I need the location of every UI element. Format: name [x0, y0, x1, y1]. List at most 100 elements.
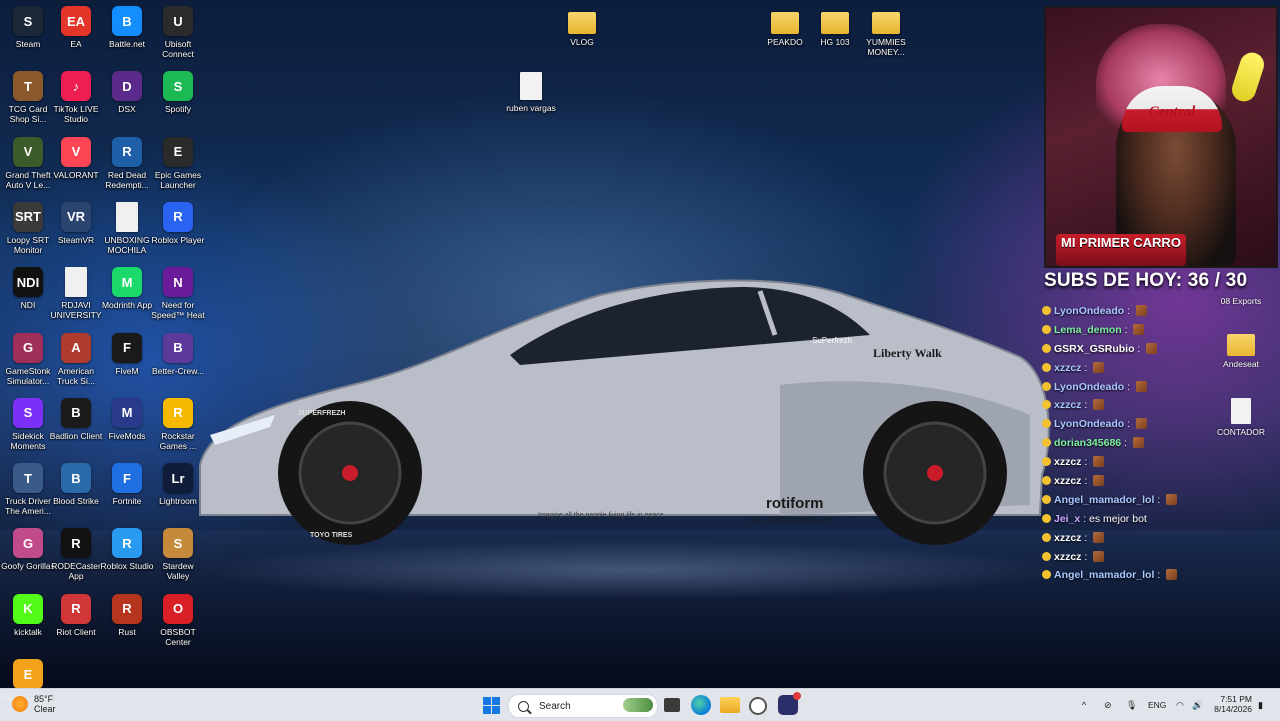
desktop-shortcut-steamvr[interactable]: VR SteamVR	[48, 201, 104, 245]
notifications-icon[interactable]: ▮	[1258, 689, 1263, 721]
shortcut-label: OBSBOT Center	[160, 626, 196, 647]
chat-badge-icon	[1042, 400, 1051, 410]
wifi-icon[interactable]: ◠	[1176, 689, 1184, 721]
shortcut-label: EA	[70, 39, 82, 49]
notification-badge	[793, 692, 801, 700]
desktop-shortcut-rdjavi-university[interactable]: RDJAVI UNIVERSITY	[48, 267, 104, 320]
chat-badge-icon	[1042, 381, 1051, 391]
obs-icon[interactable]	[749, 697, 767, 715]
desktop-shortcut-fivem[interactable]: F FiveM	[99, 332, 155, 376]
desktop-file-ruben-vargas[interactable]: ruben vargas	[503, 72, 559, 113]
folder-icon	[872, 12, 900, 34]
desktop-shortcut-epic-games-launcher[interactable]: E Epic Games Launcher	[150, 136, 206, 190]
shortcut-label: Roblox Player	[151, 234, 205, 245]
windows-logo-icon	[492, 706, 500, 714]
shortcut-label: Battle.net	[109, 39, 145, 49]
task-view-icon[interactable]	[664, 698, 680, 712]
desktop-shortcut-dsx[interactable]: D DSX	[99, 71, 155, 114]
taskbar-search-box[interactable]: Search	[508, 694, 658, 718]
chat-badge-icon	[1042, 494, 1051, 504]
file-explorer-icon[interactable]	[720, 697, 740, 713]
app-icon: D	[112, 71, 142, 102]
desktop-shortcut-badlion-client[interactable]: B Badlion Client	[48, 397, 104, 441]
file-icon	[520, 72, 542, 100]
chat-message: Angel_mamador_lol :	[1042, 566, 1242, 585]
cap-text: Central	[1148, 104, 1196, 120]
desktop-shortcut-stardew-valley[interactable]: S Stardew Valley	[150, 528, 206, 581]
app-icon: O	[163, 593, 193, 624]
app-icon: G	[13, 332, 43, 363]
desktop-shortcut-roblox-studio[interactable]: R Roblox Studio	[99, 528, 155, 571]
taskbar-clock[interactable]: 7:51 PM 8/14/2026	[1208, 694, 1252, 714]
desktop-shortcut-fortnite[interactable]: F Fortnite	[99, 463, 155, 506]
desktop-shortcut-riot-client[interactable]: R Riot Client	[48, 593, 104, 637]
desktop-shortcut-ubisoft-connect[interactable]: U Ubisoft Connect	[150, 6, 206, 59]
chat-username: LyonOndeado	[1054, 380, 1125, 393]
desktop-shortcut-spotify[interactable]: S Spotify	[150, 71, 206, 114]
app-icon: R	[112, 136, 142, 167]
app-icon: EA	[61, 6, 91, 36]
desktop-shortcut-need-for-speed-heat[interactable]: N Need for Speed™ Heat	[150, 267, 206, 320]
chat-username: xzzcz	[1054, 475, 1082, 488]
chat-message: xzzcz :	[1042, 472, 1242, 491]
chat-badge-icon	[1042, 324, 1051, 334]
discord-icon[interactable]	[778, 692, 801, 715]
chat-separator: :	[1081, 456, 1091, 469]
chat-username: Jei_x	[1054, 512, 1081, 525]
start-button[interactable]	[483, 697, 500, 714]
desktop-shortcut-tiktok-live-studio[interactable]: ♪ TikTok LIVE Studio	[48, 71, 104, 124]
app-icon: S	[163, 528, 193, 559]
desktop-shortcut-ea[interactable]: EA EA	[48, 6, 104, 49]
chat-message: GSRX_GSRubio :	[1042, 340, 1242, 359]
chat-emote-icon	[1093, 361, 1105, 373]
weather-widget[interactable]: 85°F Clear	[12, 694, 56, 714]
app-icon: R	[163, 201, 193, 232]
chat-username: xzzcz	[1054, 399, 1082, 412]
desktop-shortcut-blood-strike[interactable]: B Blood Strike	[48, 463, 104, 506]
app-icon: VR	[61, 201, 91, 232]
desktop-shortcut-rockstar-games[interactable]: R Rockstar Games ...	[150, 397, 206, 451]
chat-message: dorian345686 :	[1042, 434, 1242, 453]
desktop-shortcut-lightroom[interactable]: Lr Lightroom	[150, 463, 206, 506]
tray-overflow-chevron-icon[interactable]: ^	[1082, 689, 1086, 721]
chat-username: GSRX_GSRubio	[1054, 342, 1135, 355]
desktop-shortcut-rust[interactable]: R Rust	[99, 593, 155, 637]
subs-goal-counter: SUBS DE HOY: 36 / 30	[1044, 270, 1248, 291]
app-icon: B	[112, 6, 142, 36]
app-icon: SRT	[13, 201, 43, 232]
chat-separator: :	[1154, 493, 1164, 506]
desktop-shortcut-american-truck-si[interactable]: A American Truck Si...	[48, 332, 104, 386]
desktop-shortcut-roblox-player[interactable]: R Roblox Player	[150, 201, 206, 245]
edge-browser-icon[interactable]	[691, 695, 711, 715]
chat-message: xzzcz :	[1042, 396, 1242, 415]
desktop-shortcut-rodecaster-app[interactable]: R RODECaster App	[48, 528, 104, 581]
shortcut-label: Blood Strike	[53, 496, 99, 507]
desktop-shortcut-obsbot-center[interactable]: O OBSBOT Center	[150, 593, 206, 647]
desktop-folder-hg103[interactable]: HG 103	[807, 8, 863, 47]
language-indicator[interactable]: ENG	[1148, 689, 1166, 721]
chat-badge-icon	[1042, 438, 1051, 448]
microphone-icon[interactable]: 🎙	[1126, 689, 1137, 721]
network-off-icon[interactable]: ⊘	[1104, 689, 1112, 721]
volume-icon[interactable]: 🔊	[1192, 689, 1203, 721]
app-icon: M	[112, 267, 142, 298]
desktop-shortcut-red-dead-redempti[interactable]: R Red Dead Redempti...	[99, 136, 155, 190]
desktop-shortcut-battle-net[interactable]: B Battle.net	[99, 6, 155, 49]
desktop-folder-yummies-money[interactable]: YUMMIES MONEY...	[858, 8, 914, 57]
desktop-shortcut-valorant[interactable]: V VALORANT	[48, 136, 104, 180]
desktop-shortcut-fivemods[interactable]: M FiveMods	[99, 397, 155, 441]
webcam-overlay: Central MI PRIMER CARRO	[1044, 6, 1278, 268]
app-icon: T	[13, 71, 43, 102]
chat-emote-icon	[1093, 399, 1105, 411]
chat-username: LyonOndeado	[1054, 418, 1125, 431]
chat-emote-icon	[1146, 342, 1158, 354]
desktop-shortcut-better-crew[interactable]: B Better-Crew...	[150, 332, 206, 376]
desktop-shortcut-unboxing-mochila[interactable]: UNBOXING MOCHILA	[99, 201, 155, 255]
weather-temp: 85°F	[34, 694, 54, 704]
desktop-shortcut-modrinth-app[interactable]: M Modrinth App	[99, 267, 155, 310]
desktop-folder-vlog[interactable]: VLOG	[554, 8, 610, 47]
app-icon: R	[112, 528, 142, 559]
shortcut-label: Ubisoft Connect	[162, 39, 194, 59]
chat-emote-icon	[1093, 550, 1105, 562]
desktop-folder-peakdo[interactable]: PEAKDO	[757, 8, 813, 47]
